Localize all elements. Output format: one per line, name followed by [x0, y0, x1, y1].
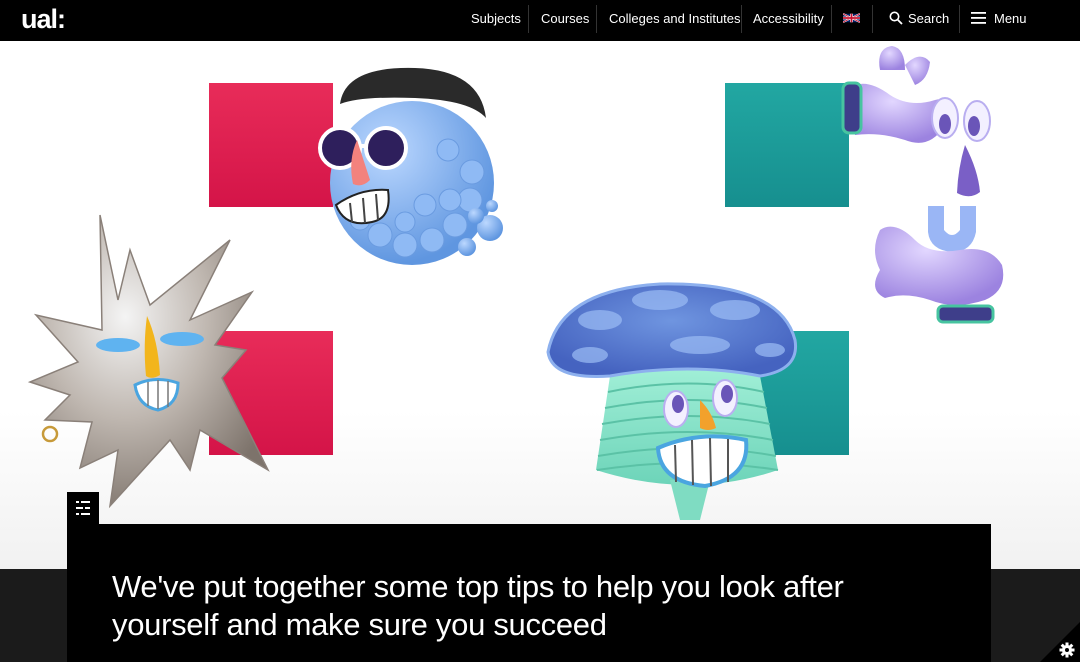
- balloon-head-character: [318, 67, 503, 265]
- menu-button[interactable]: Menu: [971, 0, 1027, 37]
- search-label: Search: [908, 11, 950, 26]
- hand-eyes-character: [841, 46, 1004, 324]
- nav-subjects[interactable]: Subjects: [471, 0, 521, 37]
- pink-block: [209, 83, 333, 207]
- ual-logo[interactable]: ual:: [21, 4, 66, 35]
- mushroom-character: [546, 282, 798, 520]
- top-navigation: ual: Subjects Courses Colleges and Insti…: [0, 0, 1080, 41]
- gear-icon: [1040, 622, 1080, 662]
- teal-block: [725, 83, 849, 207]
- hamburger-icon: [971, 12, 986, 24]
- cookie-settings-button[interactable]: [1040, 622, 1080, 662]
- hero-caption: We've put together some top tips to help…: [67, 524, 991, 662]
- menu-label: Menu: [994, 11, 1027, 26]
- uk-flag-icon: [842, 12, 861, 24]
- table-of-contents-icon: [76, 501, 90, 515]
- nav-divider: [528, 5, 529, 33]
- search-icon: [889, 11, 903, 25]
- nav-divider: [831, 5, 832, 33]
- hero-artwork: [27, 46, 1004, 520]
- language-button[interactable]: [842, 12, 861, 25]
- table-of-contents-button[interactable]: [67, 492, 99, 524]
- caption-text: We've put together some top tips to help…: [112, 569, 844, 642]
- hero-illustration: [0, 41, 1080, 569]
- search-button[interactable]: Search: [889, 0, 949, 37]
- nav-divider: [872, 5, 873, 33]
- nav-divider: [959, 5, 960, 33]
- nav-divider: [741, 5, 742, 33]
- nav-courses[interactable]: Courses: [541, 0, 589, 37]
- nav-accessibility[interactable]: Accessibility: [753, 0, 824, 37]
- chrome-splash-character: [27, 214, 270, 509]
- nav-colleges[interactable]: Colleges and Institutes: [609, 0, 741, 37]
- nav-divider: [596, 5, 597, 33]
